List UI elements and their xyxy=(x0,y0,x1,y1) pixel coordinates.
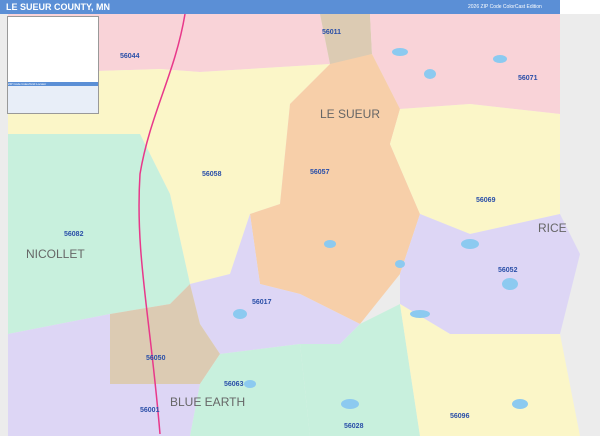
zip-label: 56058 xyxy=(202,171,222,178)
zip-label: 56071 xyxy=(518,75,538,82)
zip-index-table: ZIP Code Index/Grid Locator xyxy=(8,82,98,113)
zip-label: 56050 xyxy=(146,355,166,362)
zone-56071[interactable] xyxy=(370,14,560,114)
zip-label: 56044 xyxy=(120,53,140,60)
zip-label: 56057 xyxy=(310,169,330,176)
county-label-blue-earth: BLUE EARTH xyxy=(170,395,245,409)
map-title: LE SUEUR COUNTY, MN xyxy=(6,2,111,12)
zip-label: 56069 xyxy=(476,197,496,204)
zip-label: 56017 xyxy=(252,299,272,306)
zip-label: 56011 xyxy=(322,29,341,36)
zip-label: 56052 xyxy=(498,267,518,274)
map-legend: ZIP Code Index/Grid Locator xyxy=(7,16,99,114)
county-label-nicollet: NICOLLET xyxy=(26,247,85,261)
county-label-rice: RICE xyxy=(538,221,567,235)
edition-label: 2026 ZIP Code ColorCast Edition xyxy=(468,4,542,10)
zip-index-title: ZIP Code Index/Grid Locator xyxy=(8,82,98,86)
zip-label: 56001 xyxy=(140,407,160,414)
zip-label: 56096 xyxy=(450,413,470,420)
zip-label: 56082 xyxy=(64,231,84,238)
county-label-le-sueur: LE SUEUR xyxy=(320,107,380,121)
header: LE SUEUR COUNTY, MN 2026 ZIP Code ColorC… xyxy=(0,0,600,14)
zip-label: 56063 xyxy=(224,381,244,388)
zip-label: 56028 xyxy=(344,423,364,430)
market-maps-logo xyxy=(560,0,600,14)
